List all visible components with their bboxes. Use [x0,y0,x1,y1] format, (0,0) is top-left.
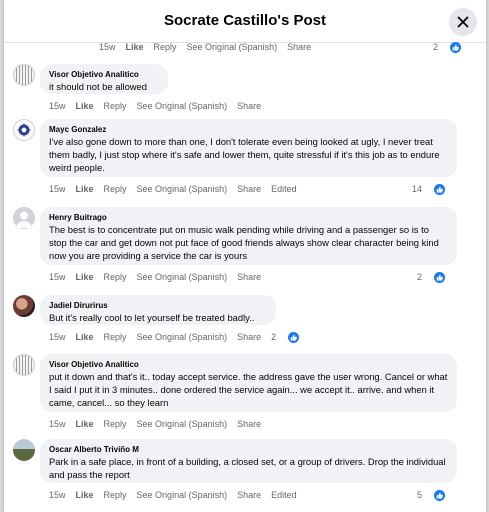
comment-text: Park in a safe place, in front of a buil… [49,456,446,480]
reply-link[interactable]: Reply [104,419,127,429]
emblem-icon [17,123,31,137]
reaction-number: 2 [416,272,422,282]
thumbs-up-icon [434,271,445,283]
comment-actions: 15w Like Reply See Original (Spanish) Sh… [49,270,455,284]
like-link[interactable]: Like [76,184,94,194]
share-link[interactable]: Share [237,184,261,194]
see-original-link[interactable]: See Original (Spanish) [137,101,228,111]
comment-actions: 15w Like Reply See Original (Spanish) Sh… [49,99,271,113]
comment-author[interactable]: Visor Objetivo Analitico [49,69,159,80]
comment-bubble: Oscar Alberto Triviño M Park in a safe p… [40,439,457,483]
like-link[interactable]: Like [76,101,94,111]
thumbs-up-icon [450,41,461,53]
comment-timestamp: 15w [49,101,66,111]
reply-link[interactable]: Reply [104,272,127,282]
share-link[interactable]: Share [237,419,261,429]
thumbs-up-icon [434,489,445,501]
see-original-link[interactable]: See Original (Spanish) [187,42,278,52]
comment-bubble: Mayc Gonzalez I've also gone down to mor… [40,119,457,177]
comment-text: put it down and that's it.. today accept… [49,371,448,408]
avatar[interactable] [13,354,35,376]
comment-actions: 15w Like Reply See Original (Spanish) Sh… [49,182,455,196]
comment-timestamp: 15w [49,184,66,194]
share-link[interactable]: Share [237,332,261,342]
share-link[interactable]: Share [287,42,311,52]
like-link[interactable]: Like [76,490,94,500]
comment-bubble: Henry Buitrago The best is to concentrat… [40,207,457,265]
reaction-count[interactable]: 2 [271,331,309,343]
comment-actions: 15w Like Reply See Original (Spanish) Sh… [49,488,455,502]
reply-link[interactable]: Reply [104,490,127,500]
close-icon [457,16,469,28]
comment-bubble: Jadiel Dirurirus But it's really cool to… [40,295,276,325]
comment-actions: 15w Like Reply See Original (Spanish) Sh… [49,417,271,431]
avatar[interactable] [13,439,35,461]
like-link[interactable]: Like [76,272,94,282]
comment-author[interactable]: Visor Objetivo Analitico [49,359,448,370]
reaction-number: 2 [271,332,277,342]
comment-timestamp: 15w [49,332,66,342]
post-modal: Socrate Castillo's Post 15w Like Reply S… [4,0,486,512]
see-original-link[interactable]: See Original (Spanish) [137,184,228,194]
comment-bubble: Visor Objetivo Analitico it should not b… [40,64,168,94]
avatar[interactable] [13,119,35,141]
comment-text: The best is to concentrate put on music … [49,224,439,261]
see-original-link[interactable]: See Original (Spanish) [137,332,228,342]
reply-link[interactable]: Reply [104,101,127,111]
reaction-count[interactable]: 2 [432,41,471,53]
see-original-link[interactable]: See Original (Spanish) [137,490,228,500]
like-link[interactable]: Like [126,42,144,52]
modal-title: Socrate Castillo's Post [164,12,326,29]
comment-author[interactable]: Mayc Gonzalez [49,124,448,135]
avatar[interactable] [13,295,35,317]
reaction-count[interactable]: 2 [416,271,455,283]
see-original-link[interactable]: See Original (Spanish) [137,419,228,429]
share-link[interactable]: Share [237,490,261,500]
comment-text: I've also gone down to more than one, I … [49,136,440,173]
comment-actions: 15w Like Reply See Original (Spanish) Sh… [49,330,309,344]
comment-timestamp: 15w [99,42,116,52]
comment-timestamp: 15w [49,490,66,500]
share-link[interactable]: Share [237,272,261,282]
reaction-count[interactable]: 14 [411,183,455,195]
modal-header: Socrate Castillo's Post [4,0,486,43]
thumbs-up-icon [288,331,300,343]
edited-label: Edited [271,490,297,500]
comment-bubble: Visor Objetivo Analitico put it down and… [40,354,457,412]
comment-author[interactable]: Jadiel Dirurirus [49,300,267,311]
reaction-number: 5 [416,490,422,500]
share-link[interactable]: Share [237,101,261,111]
reply-link[interactable]: Reply [154,42,177,52]
comment-timestamp: 15w [49,272,66,282]
reply-link[interactable]: Reply [104,332,127,342]
like-link[interactable]: Like [76,332,94,342]
comment-author[interactable]: Oscar Alberto Triviño M [49,444,448,455]
previous-comment-meta: 15w Like Reply See Original (Spanish) Sh… [99,40,471,54]
reply-link[interactable]: Reply [104,184,127,194]
edited-label: Edited [271,184,297,194]
comment-timestamp: 15w [49,419,66,429]
reaction-number: 14 [411,184,422,194]
reaction-count[interactable]: 5 [416,489,455,501]
thumbs-up-icon [434,183,445,195]
comment-author[interactable]: Henry Buitrago [49,212,448,223]
comment-text: But it's really cool to let yourself be … [49,312,255,323]
avatar[interactable] [13,207,35,229]
comment-text: it should not be allowed [49,81,147,92]
close-button[interactable] [449,8,477,36]
default-person-icon [16,211,32,228]
reaction-number: 2 [432,42,438,52]
see-original-link[interactable]: See Original (Spanish) [137,272,228,282]
avatar[interactable] [13,64,35,86]
like-link[interactable]: Like [76,419,94,429]
